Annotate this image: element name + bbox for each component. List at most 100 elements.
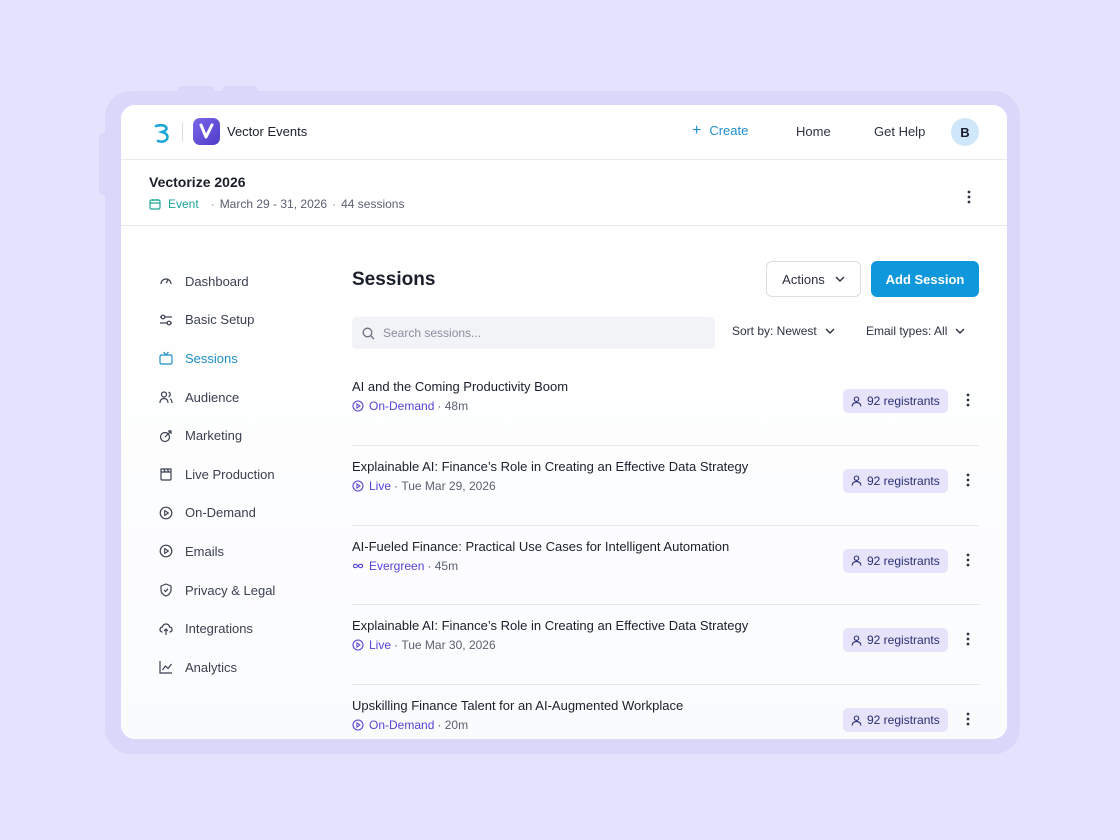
user-icon — [851, 714, 862, 726]
clapperboard-icon — [160, 468, 172, 481]
session-title[interactable]: AI-Fueled Finance: Practical Use Cases f… — [352, 539, 729, 554]
user-icon — [851, 555, 862, 566]
session-title[interactable]: AI and the Coming Productivity Boom — [352, 379, 568, 394]
sidebar-item-integrations[interactable]: Integrations — [159, 609, 339, 648]
play-circle-icon — [352, 639, 364, 651]
content-area: Dashboard Basic Setup Sessions Audience … — [121, 226, 1007, 739]
session-row[interactable]: AI-Fueled Finance: Practical Use Cases f… — [352, 526, 979, 606]
session-row[interactable]: Explainable AI: Finance’s Role in Creati… — [352, 446, 979, 526]
avatar[interactable]: B — [951, 118, 979, 146]
sidebar-item-live-production[interactable]: Live Production — [159, 455, 339, 494]
calendar-icon — [149, 199, 161, 210]
sliders-icon — [160, 314, 172, 326]
sort-label: Sort by: Newest — [732, 324, 817, 338]
sidebar-item-label: On-Demand — [185, 505, 256, 521]
session-title[interactable]: Explainable AI: Finance’s Role in Creati… — [352, 459, 748, 474]
chart-line-icon — [159, 661, 172, 674]
cloud-upload-icon — [159, 623, 173, 635]
gauge-icon — [160, 278, 172, 285]
play-circle-icon — [352, 400, 364, 412]
sidebar-item-basic-setup[interactable]: Basic Setup — [159, 301, 339, 340]
create-button[interactable]: + Create — [692, 122, 749, 138]
separator: · — [427, 558, 435, 573]
session-detail: Tue Mar 29, 2026 — [401, 478, 496, 493]
sidebar-item-label: Audience — [185, 389, 240, 405]
play-circle-icon — [159, 506, 173, 520]
more-vertical-icon[interactable] — [958, 550, 978, 570]
brand-logo-icon[interactable] — [153, 122, 173, 144]
app-name: Vector Events — [227, 124, 308, 139]
session-row[interactable]: Explainable AI: Finance’s Role in Creati… — [352, 605, 979, 685]
users-icon — [159, 391, 173, 404]
session-title[interactable]: Upskilling Finance Talent for an AI-Augm… — [352, 698, 683, 713]
event-meta: Event · March 29 - 31, 2026 · 44 session… — [149, 197, 404, 211]
separator: · — [437, 399, 445, 413]
sidebar-item-on-demand[interactable]: On-Demand — [159, 494, 339, 533]
app-logo-icon[interactable] — [193, 118, 220, 145]
sidebar-item-marketing[interactable]: Marketing — [159, 416, 339, 455]
session-type: On-Demand — [369, 718, 435, 732]
session-detail: 45m — [434, 558, 459, 573]
session-title[interactable]: Explainable AI: Finance’s Role in Creati… — [352, 618, 748, 633]
registrants-count: 92 registrants — [867, 394, 940, 408]
search-field[interactable] — [352, 317, 715, 349]
registrants-badge[interactable]: 92 registrants — [843, 708, 948, 732]
session-detail: 20m — [444, 718, 469, 732]
sort-dropdown[interactable]: Sort by: Newest — [732, 324, 835, 338]
nav-home-link[interactable]: Home — [796, 124, 831, 139]
play-circle-icon — [352, 719, 364, 731]
registrants-badge[interactable]: 92 registrants — [843, 548, 948, 573]
infinity-icon — [352, 563, 364, 568]
session-meta: Evergreen · 45m — [352, 559, 458, 573]
event-header: Vectorize 2026 Event · March 29 - 31, 20… — [121, 160, 1007, 226]
sidebar-item-label: Privacy & Legal — [185, 582, 276, 598]
more-vertical-icon[interactable] — [958, 629, 978, 649]
session-type: Evergreen — [369, 558, 425, 573]
sidebar-item-label: Basic Setup — [185, 312, 255, 328]
more-vertical-icon[interactable] — [958, 709, 978, 729]
registrants-count: 92 registrants — [867, 553, 940, 568]
registrants-badge[interactable]: 92 registrants — [843, 628, 948, 653]
registrants-count: 92 registrants — [867, 633, 940, 648]
search-input[interactable] — [383, 326, 683, 340]
session-type: On-Demand — [369, 399, 435, 413]
session-meta: On-Demand · 20m — [352, 718, 468, 732]
sidebar-item-privacy-legal[interactable]: Privacy & Legal — [159, 571, 339, 610]
more-vertical-icon[interactable] — [958, 470, 978, 490]
user-icon — [851, 635, 862, 646]
registrants-badge[interactable]: 92 registrants — [843, 468, 948, 493]
sidebar-item-emails[interactable]: Emails — [159, 532, 339, 571]
create-label: Create — [709, 123, 749, 138]
session-row[interactable]: AI and the Coming Productivity Boom On-D… — [352, 366, 979, 446]
sidebar: Dashboard Basic Setup Sessions Audience … — [159, 262, 339, 687]
sidebar-item-dashboard[interactable]: Dashboard — [159, 262, 339, 301]
sidebar-item-analytics[interactable]: Analytics — [159, 648, 339, 687]
event-sessions-count: 44 sessions — [341, 197, 405, 211]
more-vertical-icon[interactable] — [958, 390, 978, 410]
play-circle-icon — [352, 480, 364, 492]
app-window: Vector Events + Create Home Get Help B V… — [121, 105, 1007, 739]
actions-label: Actions — [782, 271, 825, 287]
chevron-down-icon — [955, 328, 965, 334]
actions-dropdown[interactable]: Actions — [766, 261, 861, 297]
play-circle-icon — [159, 545, 173, 558]
separator: · — [332, 197, 337, 211]
sidebar-item-audience[interactable]: Audience — [159, 378, 339, 417]
shield-icon — [160, 583, 172, 597]
sidebar-item-sessions[interactable]: Sessions — [159, 339, 339, 378]
event-dates: March 29 - 31, 2026 — [219, 197, 328, 211]
sidebar-item-label: Dashboard — [185, 273, 249, 289]
session-meta: Live · Tue Mar 29, 2026 — [352, 479, 496, 493]
session-type: Live — [369, 478, 392, 493]
email-type-dropdown[interactable]: Email types: All — [866, 324, 965, 338]
session-list: AI and the Coming Productivity Boom On-D… — [352, 366, 979, 739]
top-nav: Vector Events + Create Home Get Help B — [121, 105, 1007, 160]
megaphone-icon — [159, 430, 172, 442]
more-vertical-icon[interactable] — [959, 187, 979, 207]
registrants-badge[interactable]: 92 registrants — [843, 389, 948, 413]
separator: · — [437, 718, 445, 732]
nav-help-link[interactable]: Get Help — [874, 124, 925, 139]
add-session-button[interactable]: Add Session — [871, 261, 979, 297]
session-row[interactable]: Upskilling Finance Talent for an AI-Augm… — [352, 685, 979, 739]
event-title: Vectorize 2026 — [149, 174, 246, 190]
